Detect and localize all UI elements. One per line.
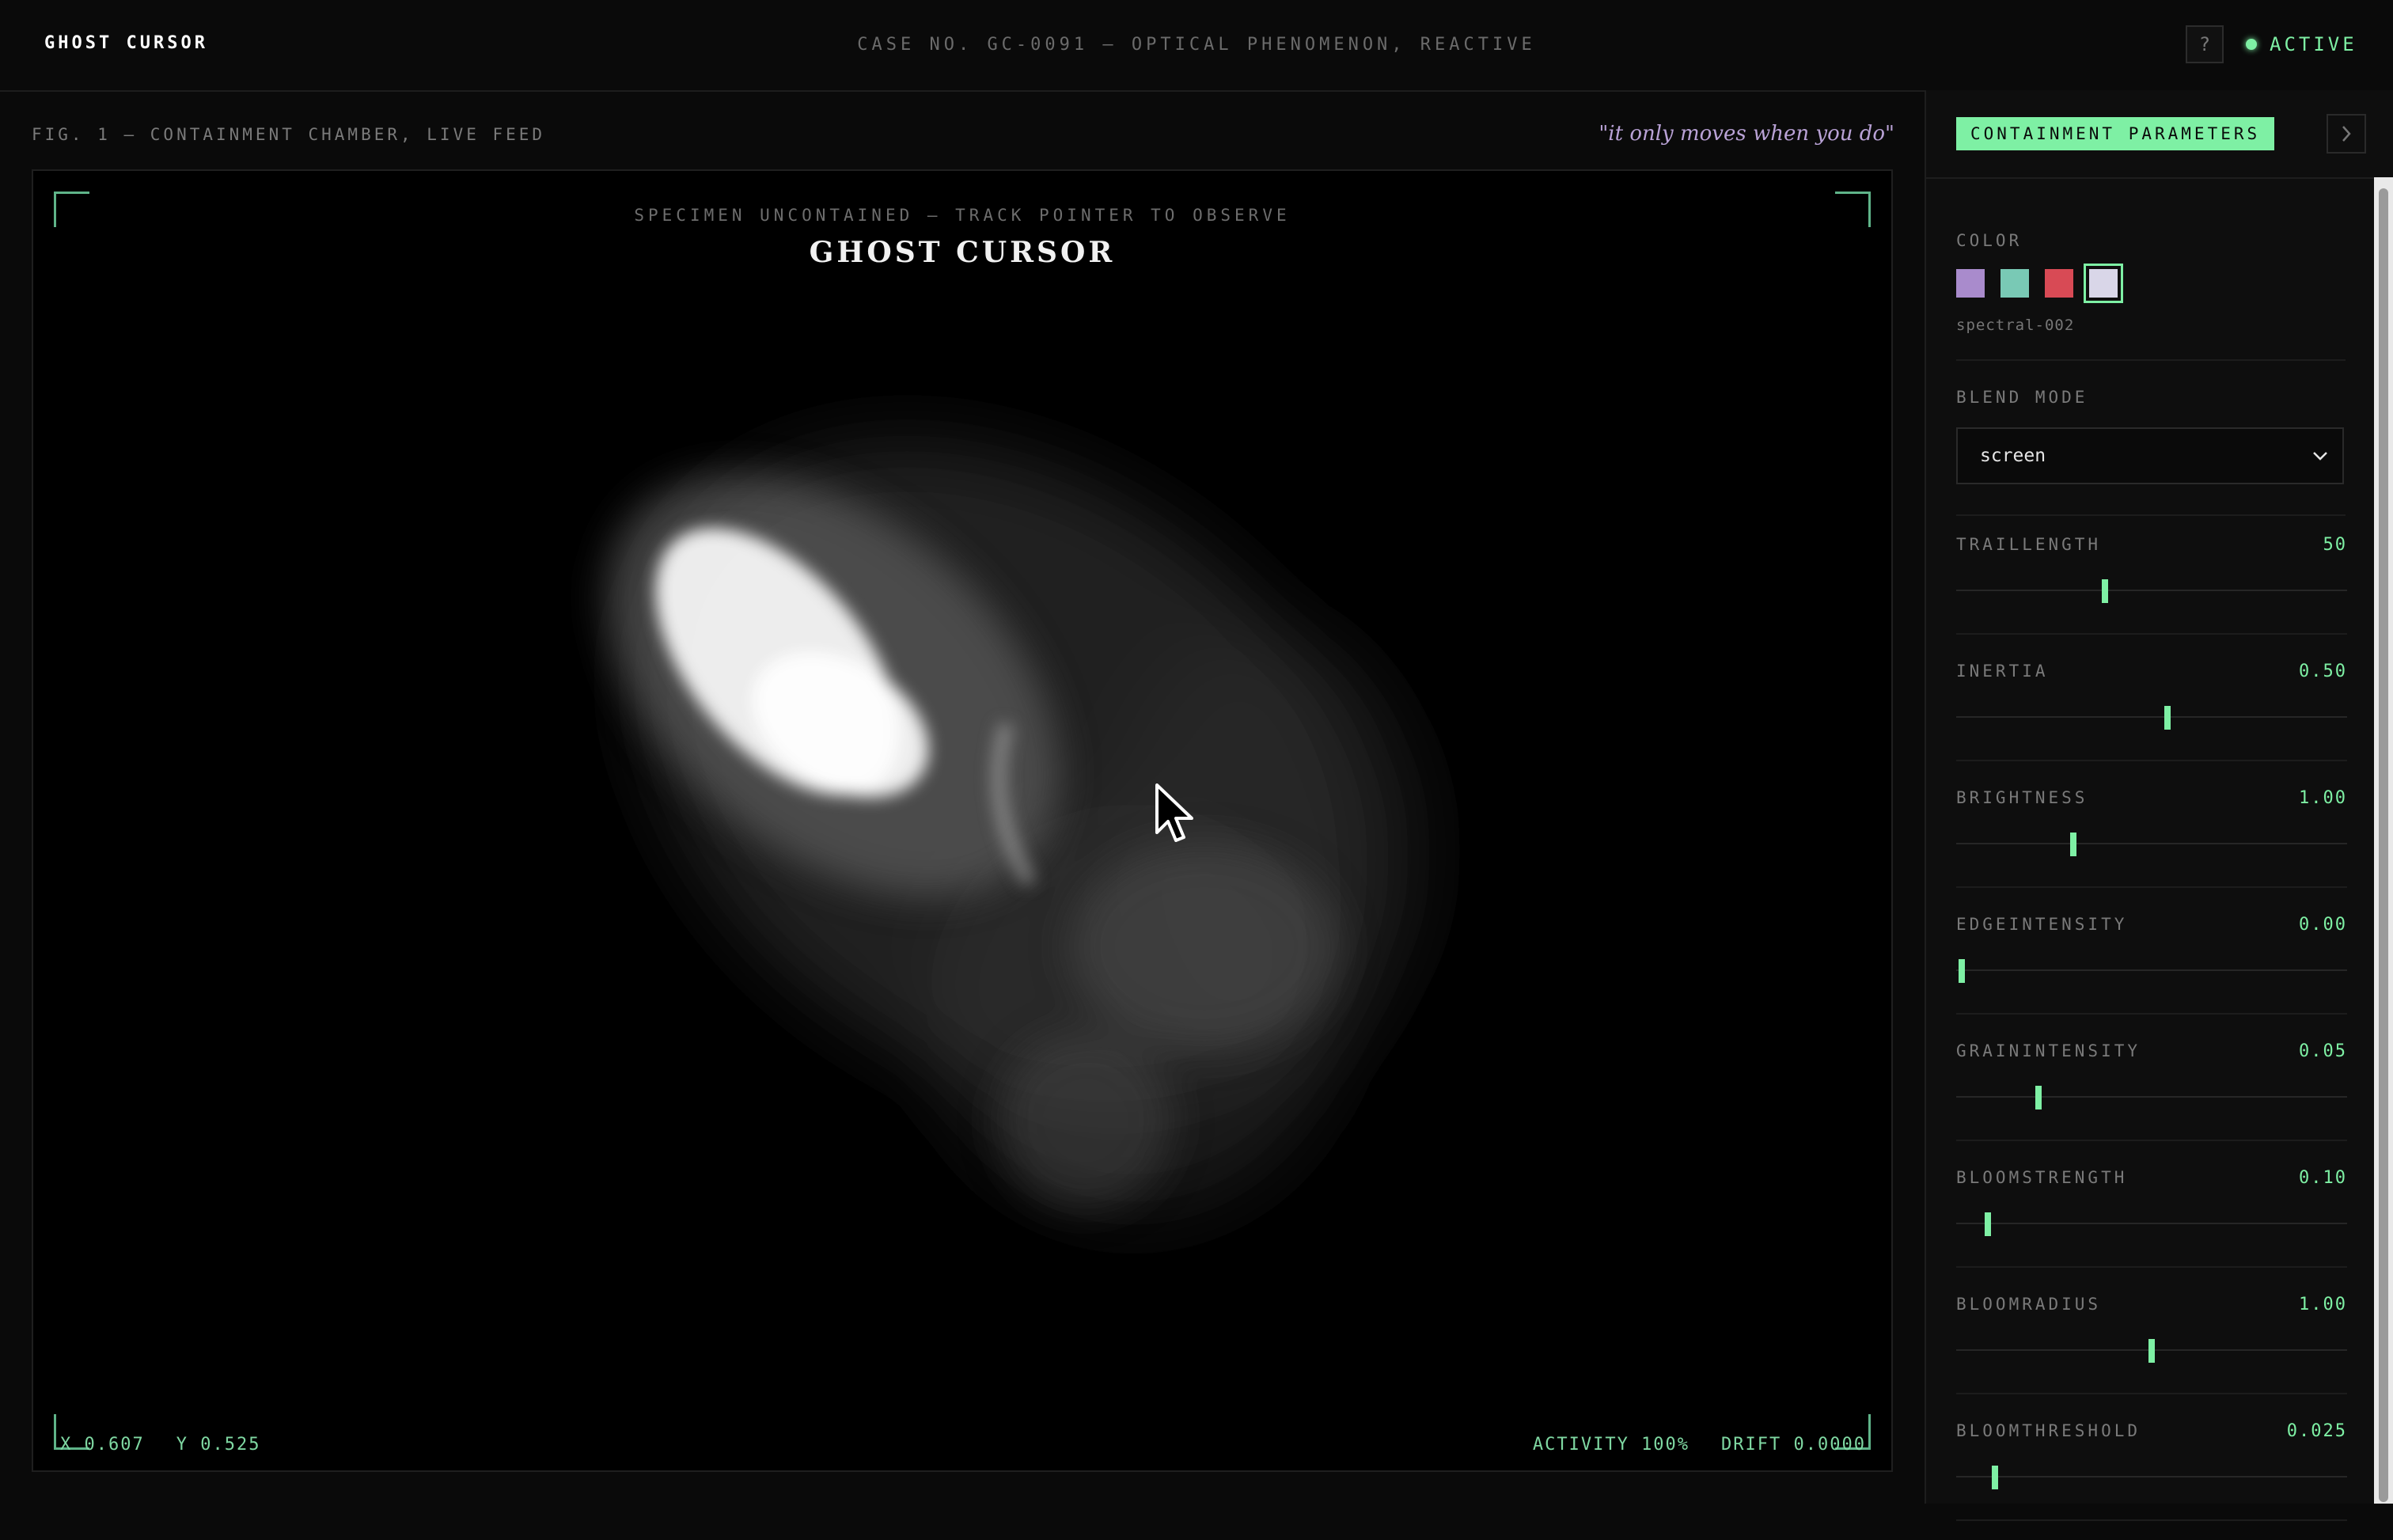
divider	[1956, 760, 2347, 761]
slider-thumb[interactable]	[1959, 959, 1966, 983]
slider-thumb[interactable]	[2070, 833, 2077, 856]
slider-brightness: BRIGHTNESS 1.00	[1956, 788, 2347, 907]
slider-value: 0.025	[2286, 1421, 2347, 1441]
chevron-down-icon	[2313, 452, 2327, 461]
slider-label: EDGEINTENSITY	[1956, 915, 2128, 934]
slider-bloomstrength: BLOOMSTRENGTH 0.10	[1956, 1168, 2347, 1287]
y-coordinate: Y 0.525	[176, 1435, 261, 1455]
swatch-red[interactable]	[2045, 269, 2073, 298]
slider-thumb[interactable]	[2101, 579, 2108, 603]
collapse-panel-button[interactable]	[2327, 114, 2366, 154]
slider-thumb[interactable]	[1984, 1212, 1991, 1236]
divider	[1956, 1266, 2347, 1268]
divider	[1956, 1519, 2347, 1521]
divider	[1956, 1013, 2347, 1015]
slider-value: 0.00	[2299, 915, 2347, 935]
specimen-subtitle: SPECIMEN UNCONTAINED — TRACK POINTER TO …	[634, 206, 1291, 225]
slider-track[interactable]	[1956, 969, 2347, 971]
case-number: CASE NO. GC-0091 — OPTICAL PHENOMENON, R…	[857, 35, 1536, 55]
blend-mode-label: BLEND MODE	[1956, 388, 2088, 407]
slider-track[interactable]	[1956, 590, 2347, 591]
parameters-panel: CONTAINMENT PARAMETERS COLOR spectral-00…	[1925, 90, 2393, 1521]
divider	[1956, 1393, 2347, 1394]
slider-label: BLOOMRADIUS	[1956, 1295, 2102, 1314]
slider-track[interactable]	[1956, 843, 2347, 844]
divider	[1956, 1140, 2347, 1141]
swatch-purple[interactable]	[1956, 269, 1985, 298]
coordinate-readout: X 0.607 Y 0.525	[60, 1435, 260, 1455]
activity-value: ACTIVITY 100%	[1532, 1435, 1690, 1455]
slider-inertia: INERTIA 0.50	[1956, 662, 2347, 780]
slider-track[interactable]	[1956, 1223, 2347, 1224]
panel-header: CONTAINMENT PARAMETERS	[1926, 90, 2393, 179]
slider-value: 1.00	[2299, 788, 2347, 808]
activity-readout: ACTIVITY 100% DRIFT 0.0000	[1533, 1435, 1866, 1455]
blend-mode-select[interactable]: screen	[1956, 427, 2344, 484]
divider	[1956, 359, 2346, 361]
figure-label: FIG. 1 — CONTAINMENT CHAMBER, LIVE FEED	[32, 125, 546, 144]
app-title: GHOST CURSOR	[44, 33, 208, 53]
slider-thumb[interactable]	[2035, 1086, 2042, 1109]
panel-title: CONTAINMENT PARAMETERS	[1956, 117, 2275, 150]
status-dot-icon	[2246, 39, 2257, 50]
slider-label: GRAININTENSITY	[1956, 1041, 2141, 1060]
selected-swatch-name: spectral-002	[1956, 317, 2075, 334]
slider-thumb[interactable]	[2148, 1339, 2155, 1363]
slider-thumb[interactable]	[1992, 1466, 1999, 1489]
specimen-title: GHOST CURSOR	[809, 236, 1116, 269]
figure-quote: "it only moves when you do"	[1598, 122, 1894, 146]
slider-bloomthreshold: BLOOMTHRESHOLD 0.025	[1956, 1421, 2347, 1540]
slider-thumb[interactable]	[2164, 706, 2171, 730]
slider-value: 0.50	[2299, 662, 2347, 681]
drift-value: DRIFT 0.0000	[1721, 1435, 1866, 1455]
slider-label: BRIGHTNESS	[1956, 788, 2088, 807]
slider-traillength: TRAILLENGTH 50	[1956, 535, 2347, 654]
divider	[1956, 633, 2347, 635]
slider-value: 50	[2323, 535, 2347, 555]
divider	[1956, 886, 2347, 888]
slider-label: BLOOMSTRENGTH	[1956, 1168, 2128, 1187]
slider-track[interactable]	[1956, 1096, 2347, 1098]
help-button[interactable]: ?	[2186, 25, 2224, 63]
status-label: ACTIVE	[2270, 33, 2357, 55]
slider-bloomradius: BLOOMRADIUS 1.00	[1956, 1295, 2347, 1413]
top-bar: GHOST CURSOR CASE NO. GC-0091 — OPTICAL …	[0, 0, 2393, 92]
slider-edgeintensity: EDGEINTENSITY 0.00	[1956, 915, 2347, 1034]
color-swatches	[1956, 264, 2133, 303]
blend-mode-value: screen	[1980, 446, 2046, 466]
slider-label: INERTIA	[1956, 662, 2049, 681]
slider-value: 0.05	[2299, 1041, 2347, 1061]
chevron-right-icon	[2342, 126, 2351, 142]
slider-value: 1.00	[2299, 1295, 2347, 1314]
status-indicator: ACTIVE	[2246, 33, 2357, 55]
x-coordinate: X 0.607	[60, 1435, 145, 1455]
slider-grainintensity: GRAININTENSITY 0.05	[1956, 1041, 2347, 1160]
slider-value: 0.10	[2299, 1168, 2347, 1188]
slider-track[interactable]	[1956, 716, 2347, 718]
containment-chamber[interactable]: SPECIMEN UNCONTAINED — TRACK POINTER TO …	[32, 169, 1893, 1472]
swatch-white[interactable]	[2084, 264, 2123, 303]
divider	[1956, 514, 2346, 516]
slider-label: BLOOMTHRESHOLD	[1956, 1421, 2141, 1440]
slider-track[interactable]	[1956, 1476, 2347, 1477]
swatch-teal[interactable]	[2000, 269, 2029, 298]
color-label: COLOR	[1956, 231, 2023, 250]
slider-label: TRAILLENGTH	[1956, 535, 2102, 554]
panel-scrollbar-thumb[interactable]	[2379, 188, 2388, 1502]
ghost-specimen	[605, 442, 1426, 1216]
